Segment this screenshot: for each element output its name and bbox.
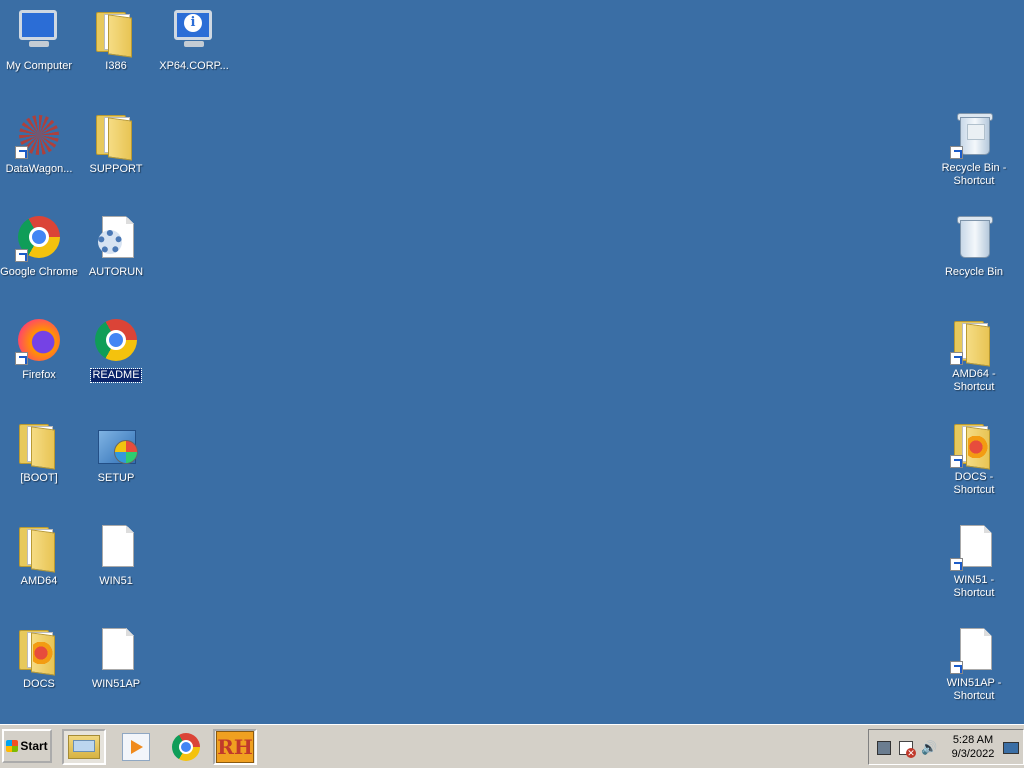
computer-info-icon: i [170, 8, 218, 56]
icon-label: SUPPORT [89, 163, 143, 175]
icon-label: DataWagon... [5, 163, 73, 175]
desktop-icon-recycle-bin[interactable]: Recycle Bin [935, 214, 1013, 280]
icon-label: Recycle Bin [944, 266, 1004, 278]
shortcut-arrow-icon [15, 249, 28, 262]
icon-label: AMD64 [20, 575, 58, 587]
clock[interactable]: 5:28 AM 9/3/2022 [947, 733, 999, 761]
clock-time: 5:28 AM [952, 734, 994, 746]
start-label: Start [20, 739, 48, 753]
icon-label: My Computer [5, 60, 73, 72]
icon-label: WIN51AP [91, 678, 141, 690]
desktop-icon-setup[interactable]: SETUP [77, 420, 155, 486]
shortcut-arrow-icon [950, 661, 963, 674]
desktop-icon-google-chrome[interactable]: Google Chrome [0, 214, 78, 280]
folder-icon [15, 420, 63, 470]
datawagon-icon [15, 111, 63, 159]
desktop-icon-win51ap[interactable]: WIN51AP [77, 626, 155, 692]
file-explorer-icon [68, 735, 100, 759]
icon-label: Google Chrome [0, 266, 78, 278]
desktop-icon-readme[interactable]: README [77, 317, 155, 383]
icon-label: AMD64 - Shortcut [952, 368, 996, 393]
desktop-icon-firefox[interactable]: Firefox [0, 317, 78, 383]
desktop-icon-autorun[interactable]: AUTORUN [77, 214, 155, 280]
desktop-icon-amd64-shortcut[interactable]: AMD64 - Shortcut [935, 317, 1013, 395]
recycle-bin-icon [950, 214, 998, 262]
desktop-icon-recycle-bin-shortcut[interactable]: Recycle Bin - Shortcut [935, 111, 1013, 189]
icon-label: Firefox [22, 369, 56, 381]
desktop-icon-win51[interactable]: WIN51 [77, 523, 155, 589]
icon-label: [BOOT] [20, 472, 58, 484]
desktop-icon-win51-shortcut[interactable]: WIN51 - Shortcut [935, 523, 1013, 601]
firefox-icon [15, 317, 63, 365]
icon-label: WIN51 [99, 575, 133, 587]
taskbar-media-player-button[interactable] [114, 729, 158, 765]
icon-label: I386 [105, 60, 127, 72]
desktop-icon-boot[interactable]: [BOOT] [0, 420, 78, 486]
icon-label: AUTORUN [88, 266, 144, 278]
desktop-icon-i386[interactable]: I386 [77, 8, 155, 74]
shortcut-arrow-icon [950, 352, 963, 365]
icon-label: DOCS [23, 678, 55, 690]
folder-icon [92, 111, 140, 161]
computer-icon [15, 8, 63, 56]
network-icon[interactable] [877, 741, 891, 755]
taskbar-rh-button[interactable]: RH [213, 729, 257, 765]
desktop-icon-my-computer[interactable]: My Computer [0, 8, 78, 74]
desktop[interactable]: My Computer I386 i XP64.CORP... DataWago… [0, 0, 1024, 724]
icon-label: SETUP [97, 472, 135, 484]
icon-label: WIN51 - Shortcut [953, 574, 995, 599]
volume-icon[interactable]: 🔊 [921, 741, 937, 755]
shortcut-arrow-icon [15, 352, 28, 365]
icon-label: DOCS - Shortcut [953, 471, 995, 496]
system-tray: 🔊 5:28 AM 9/3/2022 [868, 729, 1024, 765]
folder-icon [92, 8, 140, 58]
document-icon [92, 626, 140, 674]
icon-label: Recycle Bin - Shortcut [941, 162, 1007, 187]
recycle-bin-icon [950, 111, 998, 159]
show-desktop-icon[interactable] [1003, 742, 1019, 754]
folder-icon [950, 317, 998, 367]
media-player-icon [122, 733, 150, 761]
chrome-icon [15, 214, 63, 262]
icon-label-selected[interactable]: README [90, 368, 142, 383]
taskbar-chrome-button[interactable] [164, 729, 208, 765]
document-icon [950, 523, 998, 571]
desktop-icon-support[interactable]: SUPPORT [77, 111, 155, 177]
shortcut-arrow-icon [950, 558, 963, 571]
document-icon [92, 523, 140, 571]
rh-app-icon: RH [216, 731, 254, 763]
start-button[interactable]: Start [2, 729, 52, 763]
desktop-icon-win51ap-shortcut[interactable]: WIN51AP - Shortcut [935, 626, 1013, 704]
docs-folder-icon [950, 420, 998, 470]
chrome-icon [172, 733, 200, 761]
shortcut-arrow-icon [950, 146, 963, 159]
chrome-icon [92, 317, 140, 365]
icon-label: XP64.CORP... [159, 60, 229, 72]
desktop-icon-datawagon[interactable]: DataWagon... [0, 111, 78, 177]
icon-label: WIN51AP - Shortcut [946, 677, 1002, 702]
clock-date: 9/3/2022 [951, 748, 995, 760]
action-center-flag-icon[interactable] [899, 741, 916, 758]
taskbar: Start RH 🔊 5:28 AM 9/3/2022 [0, 724, 1024, 768]
desktop-icon-docs-shortcut[interactable]: DOCS - Shortcut [935, 420, 1013, 498]
docs-folder-icon [15, 626, 63, 676]
setup-icon [92, 420, 140, 468]
shortcut-arrow-icon [950, 455, 963, 468]
taskbar-file-explorer-button[interactable] [62, 729, 106, 765]
shortcut-arrow-icon [15, 146, 28, 159]
windows-logo-icon [6, 740, 19, 752]
settings-document-icon [92, 214, 140, 262]
desktop-icon-docs[interactable]: DOCS [0, 626, 78, 692]
desktop-icon-xp64-corp[interactable]: i XP64.CORP... [155, 8, 233, 74]
desktop-icon-amd64[interactable]: AMD64 [0, 523, 78, 589]
document-icon [950, 626, 998, 674]
folder-icon [15, 523, 63, 573]
